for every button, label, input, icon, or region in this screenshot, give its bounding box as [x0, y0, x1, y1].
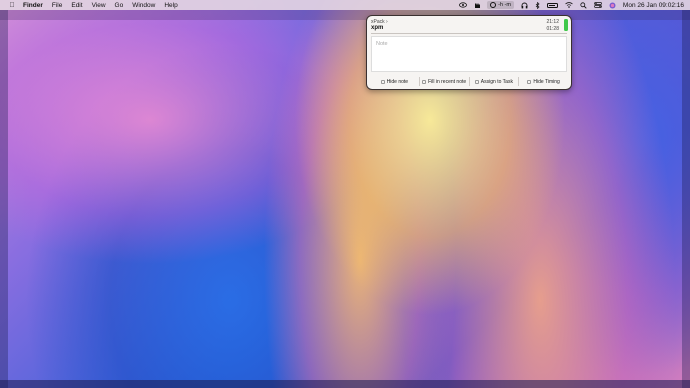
assign-to-task-label: Assign to Task	[480, 78, 513, 85]
task-title: xpm	[371, 25, 384, 31]
timer-clock-icon	[490, 2, 497, 8]
elapsed-time-current: 01:28	[546, 26, 559, 32]
screen-frame-left	[0, 10, 8, 388]
search-icon[interactable]	[580, 0, 587, 10]
menu-bar-extras: -h -m Mon 26 Jan 09:02:16	[452, 0, 684, 10]
menu-bar-clock[interactable]: Mon 26 Jan 09:02:16	[623, 2, 684, 9]
shortcut-key-icon	[527, 79, 532, 84]
siri-icon[interactable]	[609, 0, 616, 10]
control-center-icon[interactable]	[594, 0, 602, 10]
fill-recent-note-button[interactable]: Fill in recent note	[418, 77, 469, 86]
wifi-icon[interactable]	[565, 0, 573, 10]
menu-window[interactable]: Window	[132, 2, 155, 9]
menu-help[interactable]: Help	[164, 2, 177, 9]
divider	[371, 33, 567, 34]
menu-view[interactable]: View	[92, 2, 106, 9]
menu-edit[interactable]: Edit	[71, 2, 82, 9]
timer-popover: xPack › xpm 21:12 01:28 Note Hide note F…	[366, 15, 572, 90]
hide-note-button[interactable]: Hide note	[370, 77, 419, 86]
app-icon[interactable]	[474, 0, 481, 10]
spotlight-eye-icon[interactable]	[459, 0, 467, 10]
menu-bar:  Finder File Edit View Go Window Help -…	[0, 0, 690, 10]
running-status-indicator[interactable]	[564, 19, 568, 31]
screen-frame-bottom	[0, 380, 690, 388]
elapsed-time-total: 21:12	[546, 19, 559, 25]
screen-frame-right	[682, 10, 690, 388]
menu-file[interactable]: File	[52, 2, 62, 9]
timer-label: -h -m	[498, 2, 511, 8]
hide-note-label: Hide note	[386, 78, 409, 85]
menu-app-name[interactable]: Finder	[23, 2, 43, 9]
hide-timing-label: Hide Timing	[533, 78, 560, 85]
hide-timing-button[interactable]: Hide Timing	[518, 77, 568, 86]
apple-icon[interactable]: 	[7, 2, 17, 9]
battery-icon[interactable]	[546, 2, 558, 8]
shortcut-key-icon	[474, 79, 479, 84]
timer-status-item[interactable]: -h -m	[487, 1, 514, 9]
screen-frame-top	[0, 10, 690, 20]
note-field[interactable]: Note	[371, 36, 567, 72]
shortcut-key-icon	[380, 79, 385, 84]
headphones-icon[interactable]	[521, 0, 528, 10]
desktop-wallpaper	[0, 0, 690, 388]
fill-recent-note-label: Fill in recent note	[428, 78, 467, 85]
popover-actions: Hide note Fill in recent note Assign to …	[370, 77, 568, 86]
note-placeholder: Note	[376, 41, 388, 47]
bluetooth-icon[interactable]	[535, 0, 540, 10]
assign-to-task-button[interactable]: Assign to Task	[468, 77, 519, 86]
shortcut-key-icon	[422, 79, 427, 84]
menu-go[interactable]: Go	[115, 2, 124, 9]
